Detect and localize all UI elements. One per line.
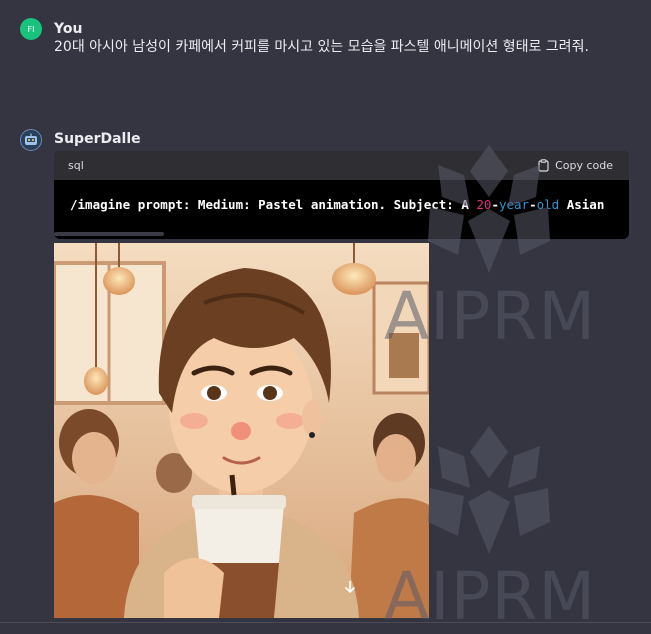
bot-avatar	[20, 129, 42, 151]
bot-author-name: SuperDalle	[54, 131, 141, 147]
watermark-text: AIPRM	[384, 278, 597, 355]
code-scrollbar[interactable]	[54, 232, 164, 236]
generated-image[interactable]	[54, 243, 429, 618]
copy-code-label: Copy code	[555, 159, 613, 172]
code-header: sql Copy code	[54, 151, 629, 180]
cafe-illustration	[54, 243, 429, 618]
code-block: sql Copy code /imagine prompt: Medium: P…	[54, 151, 629, 239]
download-button[interactable]	[339, 576, 361, 598]
code-dash: -	[491, 197, 499, 212]
download-arrow-icon	[344, 581, 356, 594]
code-keyword-old: old	[536, 197, 560, 212]
code-text-suffix: Asian	[559, 197, 605, 212]
robot-icon	[25, 133, 37, 145]
code-keyword-year: year	[498, 197, 530, 212]
code-text-prefix: /imagine prompt: Medium: Pastel animatio…	[70, 197, 477, 212]
bottom-divider	[0, 622, 651, 634]
code-dash: -	[529, 197, 537, 212]
code-number: 20	[476, 197, 492, 212]
clipboard-icon	[538, 159, 549, 172]
code-content: /imagine prompt: Medium: Pastel animatio…	[54, 180, 629, 212]
copy-code-button[interactable]: Copy code	[538, 159, 613, 172]
code-language: sql	[68, 159, 84, 172]
